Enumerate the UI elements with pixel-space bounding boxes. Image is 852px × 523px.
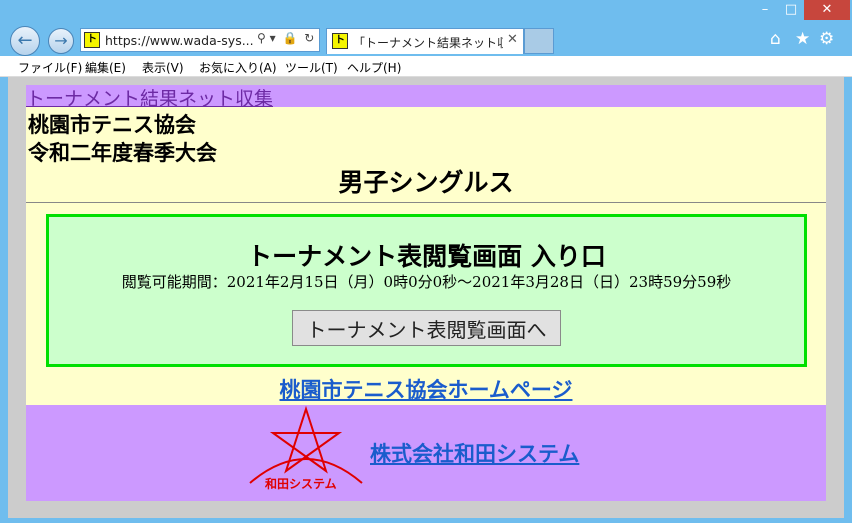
- tab-title: 「トーナメント結果ネット収集」...: [353, 36, 503, 50]
- top-link-bar: トーナメント結果ネット収集: [26, 85, 826, 110]
- organization-name: 桃園市テニス協会: [28, 113, 196, 137]
- menu-help[interactable]: ヘルプ(H): [347, 59, 401, 76]
- minimize-button[interactable]: –: [752, 0, 778, 20]
- browser-viewport: トーナメント結果ネット収集 桃園市テニス協会 令和二年度春季大会 男子シングルス…: [8, 77, 844, 518]
- address-text[interactable]: https://www.wada-sys...: [105, 33, 255, 48]
- entry-title: トーナメント表閲覧画面 入り口: [247, 242, 606, 271]
- menu-favorites[interactable]: お気に入り(A): [199, 59, 277, 76]
- gear-icon[interactable]: ⚙: [819, 29, 834, 49]
- forward-button[interactable]: →: [48, 28, 74, 54]
- menu-view[interactable]: 表示(V): [142, 59, 184, 76]
- site-favicon-icon: ト: [84, 32, 100, 48]
- new-tab-button[interactable]: [524, 28, 554, 54]
- logo-text: 和田システム: [265, 477, 337, 491]
- company-link[interactable]: 株式会社和田システム: [370, 438, 579, 468]
- menu-edit[interactable]: 編集(E): [85, 59, 126, 76]
- close-window-button[interactable]: ✕: [804, 0, 850, 20]
- navigation-bar: ← → ト https://www.wada-sys... ⚲ ▾ 🔒 ↻ ト …: [0, 22, 852, 56]
- tab-active[interactable]: ト 「トーナメント結果ネット収集」... ✕: [326, 28, 524, 54]
- tab-close-icon[interactable]: ✕: [507, 32, 518, 47]
- search-dropdown-icon[interactable]: ⚲ ▾: [257, 31, 276, 45]
- tab-favicon-icon: ト: [332, 33, 348, 49]
- tournament-entry-box: トーナメント表閲覧画面 入り口 閲覧可能期間：2021年2月15日（月）0時0分…: [46, 214, 807, 367]
- address-bar[interactable]: ト https://www.wada-sys... ⚲ ▾ 🔒 ↻: [80, 28, 320, 52]
- association-homepage-link[interactable]: 桃園市テニス協会ホームページ: [26, 374, 826, 404]
- menu-tools[interactable]: ツール(T): [285, 59, 338, 76]
- page-content: トーナメント結果ネット収集 桃園市テニス協会 令和二年度春季大会 男子シングルス…: [26, 85, 826, 501]
- title-bar: – □ ✕: [0, 0, 852, 22]
- favorites-star-icon[interactable]: ★: [795, 29, 810, 49]
- viewing-period: 閲覧可能期間：2021年2月15日（月）0時0分0秒～2021年3月28日（日）…: [121, 273, 732, 291]
- arrow-right-icon: →: [54, 31, 68, 50]
- site-title-link[interactable]: トーナメント結果ネット収集: [26, 84, 273, 111]
- home-icon[interactable]: ⌂: [770, 29, 781, 49]
- divider: [26, 202, 826, 203]
- menu-bar: ファイル(F) 編集(E) 表示(V) お気に入り(A) ツール(T) ヘルプ(…: [0, 56, 852, 77]
- arrow-left-icon: ←: [17, 30, 33, 51]
- refresh-icon[interactable]: ↻: [304, 31, 314, 45]
- category-title: 男子シングルス: [338, 168, 514, 197]
- open-tournament-view-button[interactable]: トーナメント表閲覧画面へ: [292, 310, 561, 346]
- back-button[interactable]: ←: [10, 26, 40, 56]
- menu-file[interactable]: ファイル(F): [18, 59, 82, 76]
- maximize-button[interactable]: □: [778, 0, 804, 20]
- footer: 和田システム 株式会社和田システム: [26, 405, 826, 501]
- lock-icon[interactable]: 🔒: [282, 31, 297, 45]
